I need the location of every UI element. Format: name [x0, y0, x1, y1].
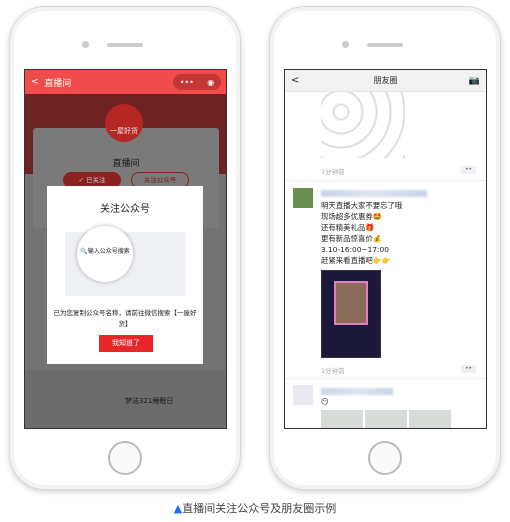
camera-icon[interactable]: 📷: [469, 76, 480, 86]
home-button: [108, 441, 142, 475]
live-room-screen: < 直播间 ••• ◉ 直播间 ✓ 已关注 关注公众号 一屋好货 梦洁321睡眠日…: [24, 69, 227, 429]
more-dots-icon[interactable]: •••: [180, 78, 194, 87]
post-emoji: 😶: [321, 397, 329, 406]
post-line: 明天直播大家不要忘了哦: [321, 201, 403, 210]
post-text: 明天直播大家不要忘了哦 现场超多优惠券🤩 还有精美礼品🎁 更有新品惊喜价💰 3.10-1…: [321, 200, 402, 266]
post-line: 更有新品惊喜价💰: [321, 234, 382, 243]
caption-text: 直播间关注公众号及朋友圈示例: [182, 502, 337, 515]
triangle-marker: ▲: [173, 502, 183, 515]
post-line: 3.10-16:00~17:00: [321, 245, 389, 254]
target-icon[interactable]: ◉: [207, 78, 214, 87]
post-line: 还有精美礼品🎁: [321, 223, 375, 232]
more-button[interactable]: ••: [461, 365, 476, 373]
figure-caption: ▲直播间关注公众号及朋友圈示例: [0, 500, 510, 516]
avatar[interactable]: [293, 385, 313, 405]
divider: [285, 180, 486, 181]
magnifier-illustration: 🔍输入公众号搜索: [77, 226, 133, 282]
room-name: 直播间: [112, 159, 140, 169]
blurred-username: [321, 190, 427, 197]
avatar[interactable]: [293, 188, 313, 208]
back-icon[interactable]: <: [31, 77, 39, 87]
ok-button[interactable]: 我知道了: [99, 335, 153, 352]
post-line: 赶紧来看直播吧👉👉: [321, 256, 392, 265]
brand-logo: 一屋好货: [105, 104, 143, 142]
modal-message: 已为您复制公众号名称，请前往微信搜索【一屋好货】: [53, 309, 197, 328]
photo-grid[interactable]: [321, 410, 451, 428]
speaker: [367, 43, 403, 47]
right-phone-mockup: < 朋友圈 📷 1分钟前 •• 明天直播大家不要忘了哦 现场超多优惠券🤩 还有精美礼…: [269, 6, 501, 490]
camera-dot: [82, 41, 89, 48]
list-item-title[interactable]: 梦洁321睡眠日: [125, 396, 173, 406]
chevron-left-icon[interactable]: <: [291, 75, 299, 86]
follow-account-modal: 关注公众号 🔍输入公众号搜索 已为您复制公众号名称，请前往微信搜索【一屋好货】 …: [47, 186, 203, 364]
left-phone-mockup: < 直播间 ••• ◉ 直播间 ✓ 已关注 关注公众号 一屋好货 梦洁321睡眠日…: [9, 6, 241, 490]
camera-dot: [342, 41, 349, 48]
speaker: [107, 43, 143, 47]
header-title: 朋友圈: [373, 76, 398, 85]
more-button[interactable]: ••: [461, 166, 476, 174]
moments-screen: < 朋友圈 📷 1分钟前 •• 明天直播大家不要忘了哦 现场超多优惠券🤩 还有精美礼…: [284, 69, 487, 429]
post-line: 现场超多优惠券🤩: [321, 212, 382, 221]
header: < 直播间 ••• ◉: [25, 70, 226, 94]
post-time: 1分钟前: [321, 168, 345, 176]
search-icon: 🔍: [80, 248, 88, 255]
modal-title: 关注公众号: [100, 204, 150, 215]
sticker-image[interactable]: [321, 92, 405, 158]
home-button: [368, 441, 402, 475]
search-placeholder: 输入公众号搜索: [87, 248, 130, 255]
header: < 朋友圈 📷: [285, 70, 486, 92]
live-poster-image[interactable]: [321, 270, 381, 358]
header-title: 直播间: [44, 78, 72, 89]
capsule-menu[interactable]: ••• ◉: [173, 74, 221, 90]
divider: [285, 378, 486, 379]
blurred-username: [321, 388, 393, 395]
post-time: 1分钟前: [321, 367, 345, 375]
followed-label: 已关注: [86, 176, 106, 184]
